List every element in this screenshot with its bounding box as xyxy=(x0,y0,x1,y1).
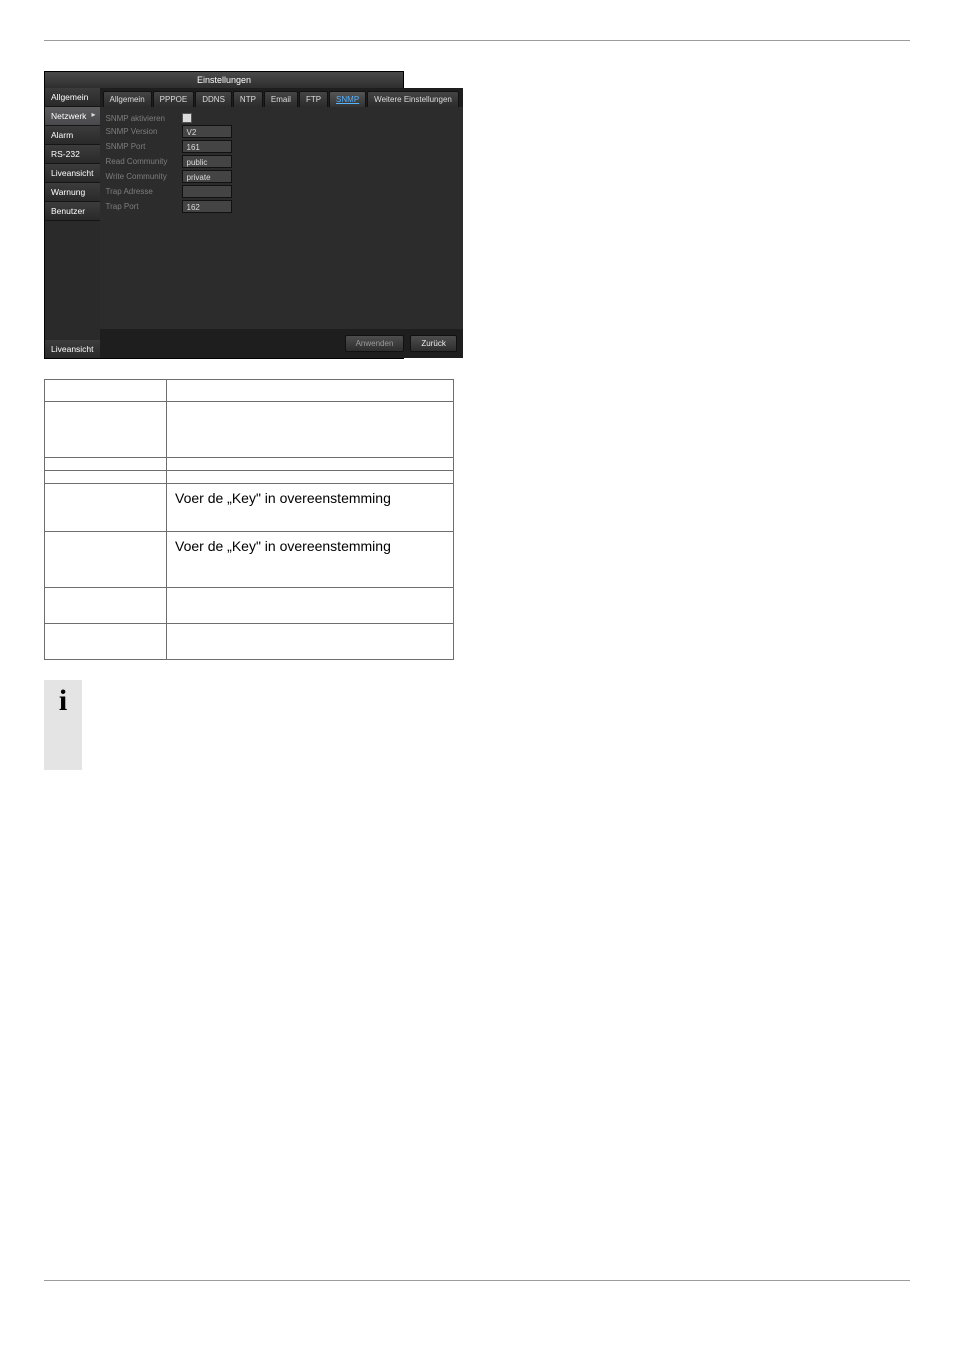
table-cell-v xyxy=(167,624,454,660)
back-button[interactable]: Zurück xyxy=(410,335,456,352)
sidebar-item-rs232[interactable]: RS-232 xyxy=(45,145,100,164)
window-title: Einstellungen xyxy=(45,72,403,88)
label-read-community: Read Community xyxy=(106,157,182,166)
table-cell-k xyxy=(45,532,167,588)
tab-email[interactable]: Email xyxy=(264,91,298,107)
sidebar-item-liveansicht[interactable]: Liveansicht xyxy=(45,164,100,183)
label-trap-port: Trap Port xyxy=(106,202,182,211)
sidebar-item-alarm[interactable]: Alarm xyxy=(45,126,100,145)
parameter-table: Voer de „Key" in overeenstemming Voer de… xyxy=(44,379,454,660)
table-cell-v xyxy=(167,458,454,471)
info-body xyxy=(82,680,454,770)
label-trap-address: Trap Adresse xyxy=(106,187,182,196)
sidebar-spacer xyxy=(45,221,100,340)
table-cell-v: Voer de „Key" in overeenstemming xyxy=(167,532,454,588)
input-trap-port[interactable]: 162 xyxy=(182,200,232,213)
table-header-param xyxy=(45,380,167,402)
checkbox-snmp-enable[interactable] xyxy=(182,113,192,123)
label-snmp-port: SNMP Port xyxy=(106,142,182,151)
table-cell-k xyxy=(45,471,167,484)
table-cell-v xyxy=(167,588,454,624)
info-box: i xyxy=(44,680,454,770)
input-write-community[interactable]: private xyxy=(182,170,232,183)
label-write-community: Write Community xyxy=(106,172,182,181)
main-panel: Allgemein PPPOE DDNS NTP Email FTP SNMP … xyxy=(100,88,463,358)
tab-bar: Allgemein PPPOE DDNS NTP Email FTP SNMP … xyxy=(100,88,463,107)
table-cell-v xyxy=(167,402,454,458)
table-cell-k xyxy=(45,484,167,532)
tab-pppoe[interactable]: PPPOE xyxy=(153,91,195,107)
tab-ddns[interactable]: DDNS xyxy=(195,91,232,107)
apply-button[interactable]: Anwenden xyxy=(345,335,405,352)
settings-window: Einstellungen Allgemein Netzwerk Alarm R… xyxy=(44,71,404,359)
tab-ftp[interactable]: FTP xyxy=(299,91,328,107)
table-cell-k xyxy=(45,624,167,660)
button-bar: Anwenden Zurück xyxy=(100,329,463,358)
tab-ntp[interactable]: NTP xyxy=(233,91,263,107)
table-cell-k xyxy=(45,588,167,624)
table-cell-v xyxy=(167,471,454,484)
table-row xyxy=(45,588,454,624)
label-snmp-enable: SNMP aktivieren xyxy=(106,114,182,123)
info-icon-glyph: i xyxy=(59,686,67,716)
sidebar-bottom-liveansicht[interactable]: Liveansicht xyxy=(45,340,100,358)
tab-allgemein[interactable]: Allgemein xyxy=(103,91,152,107)
page-top-rule xyxy=(44,40,910,41)
input-read-community[interactable]: public xyxy=(182,155,232,168)
snmp-form: SNMP aktivieren SNMP Version V2 SNMP Por… xyxy=(100,107,463,329)
sidebar-item-netzwerk[interactable]: Netzwerk xyxy=(45,107,100,126)
sidebar-item-allgemein[interactable]: Allgemein xyxy=(45,88,100,107)
sidebar: Allgemein Netzwerk Alarm RS-232 Liveansi… xyxy=(45,88,100,358)
info-icon: i xyxy=(44,680,82,770)
tab-snmp[interactable]: SNMP xyxy=(329,91,366,107)
input-trap-address[interactable] xyxy=(182,185,232,198)
table-row xyxy=(45,471,454,484)
table-row xyxy=(45,458,454,471)
table-cell-k xyxy=(45,402,167,458)
input-snmp-port[interactable]: 161 xyxy=(182,140,232,153)
sidebar-item-warnung[interactable]: Warnung xyxy=(45,183,100,202)
label-snmp-version: SNMP Version xyxy=(106,127,182,136)
table-row xyxy=(45,624,454,660)
table-row xyxy=(45,402,454,458)
table-row: Voer de „Key" in overeenstemming xyxy=(45,532,454,588)
table-cell-k xyxy=(45,458,167,471)
page-bottom-rule xyxy=(44,1280,910,1281)
table-row: Voer de „Key" in overeenstemming xyxy=(45,484,454,532)
input-snmp-version[interactable]: V2 xyxy=(182,125,232,138)
sidebar-item-benutzer[interactable]: Benutzer xyxy=(45,202,100,221)
table-header-desc xyxy=(167,380,454,402)
tab-weitere[interactable]: Weitere Einstellungen xyxy=(367,91,459,107)
table-cell-v: Voer de „Key" in overeenstemming xyxy=(167,484,454,532)
